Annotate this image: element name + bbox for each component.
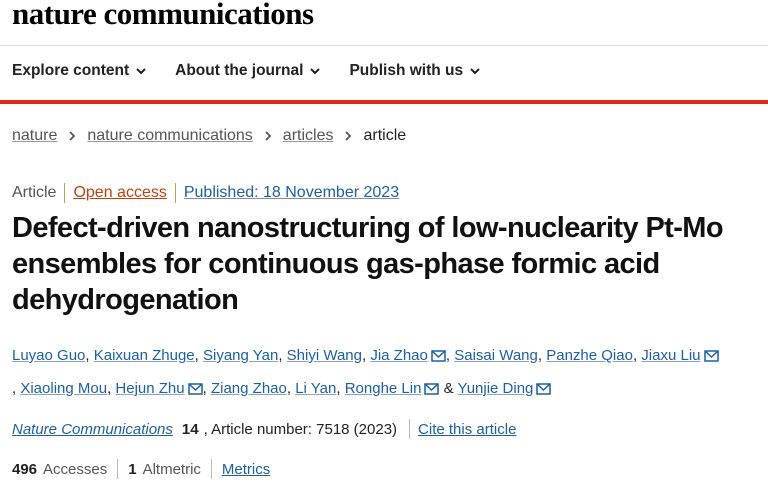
author-separator: ,	[286, 380, 296, 397]
citation-line: Nature Communications 14 , Article numbe…	[12, 419, 516, 439]
author-separator: ,	[278, 347, 287, 364]
breadcrumb-current: article	[363, 127, 407, 144]
author-link[interactable]: Kaixuan Zhuge	[94, 347, 195, 364]
chevron-right-icon	[345, 131, 352, 141]
nav-publish-with-us[interactable]: Publish with us	[349, 62, 481, 80]
author-link[interactable]: Hejun Zhu	[115, 380, 184, 397]
author-separator: ,	[194, 347, 203, 364]
article-meta: Article Open access Published: 18 Novemb…	[12, 183, 399, 203]
breadcrumb-link-nature-communications[interactable]: nature communications	[87, 127, 252, 145]
cite-this-article-link[interactable]: Cite this article	[418, 421, 516, 438]
author-separator: ,	[336, 380, 345, 397]
article-number: , Article number: 7518 (2023)	[203, 420, 398, 438]
accesses-count: 496	[12, 460, 38, 478]
journal-link[interactable]: Nature Communications	[12, 421, 173, 438]
header-divider	[0, 45, 768, 46]
volume-number: 14	[181, 420, 199, 438]
chevron-down-icon	[136, 68, 146, 75]
author-separator: &	[439, 380, 458, 397]
author-link[interactable]: Ronghe Lin	[345, 380, 422, 397]
author-link[interactable]: Yunjie Ding	[458, 380, 534, 397]
accent-bar	[0, 100, 768, 104]
nav-publish-label: Publish with us	[349, 62, 464, 79]
envelope-icon[interactable]	[536, 375, 552, 406]
envelope-icon[interactable]	[424, 375, 440, 406]
chevron-down-icon	[310, 68, 321, 75]
author-separator: ,	[85, 347, 94, 364]
author-link[interactable]: Jia Zhao	[370, 347, 428, 364]
nav-explore-label: Explore content	[12, 62, 130, 79]
breadcrumb-link-nature[interactable]: nature	[12, 127, 57, 145]
envelope-icon[interactable]	[431, 342, 446, 373]
metrics-link[interactable]: Metrics	[222, 461, 270, 478]
citation-divider	[409, 419, 411, 439]
main-nav: Explore content About the journal Publis…	[12, 62, 481, 80]
meta-divider	[174, 183, 176, 203]
nav-about-journal[interactable]: About the journal	[175, 62, 321, 80]
open-access-link[interactable]: Open access	[73, 184, 166, 202]
nav-explore-content[interactable]: Explore content	[12, 62, 147, 80]
breadcrumb-link-articles[interactable]: articles	[283, 127, 334, 145]
author-link[interactable]: Xiaoling Mou	[20, 380, 107, 397]
altmetric-label: Altmetric	[142, 460, 201, 478]
metrics-divider	[117, 459, 119, 479]
author-link[interactable]: Shiyi Wang	[287, 347, 362, 364]
author-separator: ,	[537, 347, 547, 364]
envelope-icon[interactable]	[703, 342, 719, 373]
chevron-down-icon	[470, 68, 480, 75]
chevron-right-icon	[265, 131, 272, 141]
envelope-icon[interactable]	[187, 375, 203, 406]
chevron-right-icon	[69, 131, 76, 141]
author-link[interactable]: Siyang Yan	[203, 347, 278, 364]
author-list: Luyao Guo, Kaixuan Zhuge, Siyang Yan, Sh…	[12, 340, 762, 406]
published-date-link[interactable]: Published: 18 November 2023	[184, 184, 399, 202]
breadcrumb: nature nature communications articles ar…	[12, 127, 406, 145]
article-type: Article	[12, 184, 57, 201]
author-separator: ,	[445, 347, 455, 364]
metrics-divider	[210, 459, 212, 479]
author-link[interactable]: Saisai Wang	[454, 347, 538, 364]
author-link[interactable]: Panzhe Qiao	[546, 347, 633, 364]
altmetric-count: 1	[128, 460, 137, 478]
author-separator: ,	[202, 380, 211, 397]
author-link[interactable]: Jiaxu Liu	[641, 347, 700, 364]
author-link[interactable]: Ziang Zhao	[211, 380, 287, 397]
accesses-label: Accesses	[43, 460, 108, 478]
article-title: Defect-driven nanostructuring of low-nuc…	[12, 212, 724, 316]
author-link[interactable]: Luyao Guo	[12, 347, 85, 364]
nav-about-label: About the journal	[175, 62, 304, 79]
metrics-bar: 496 Accesses 1 Altmetric Metrics	[12, 459, 270, 479]
journal-logo[interactable]: nature communications	[12, 0, 314, 32]
meta-divider	[64, 183, 66, 203]
author-link[interactable]: Li Yan	[295, 380, 336, 397]
